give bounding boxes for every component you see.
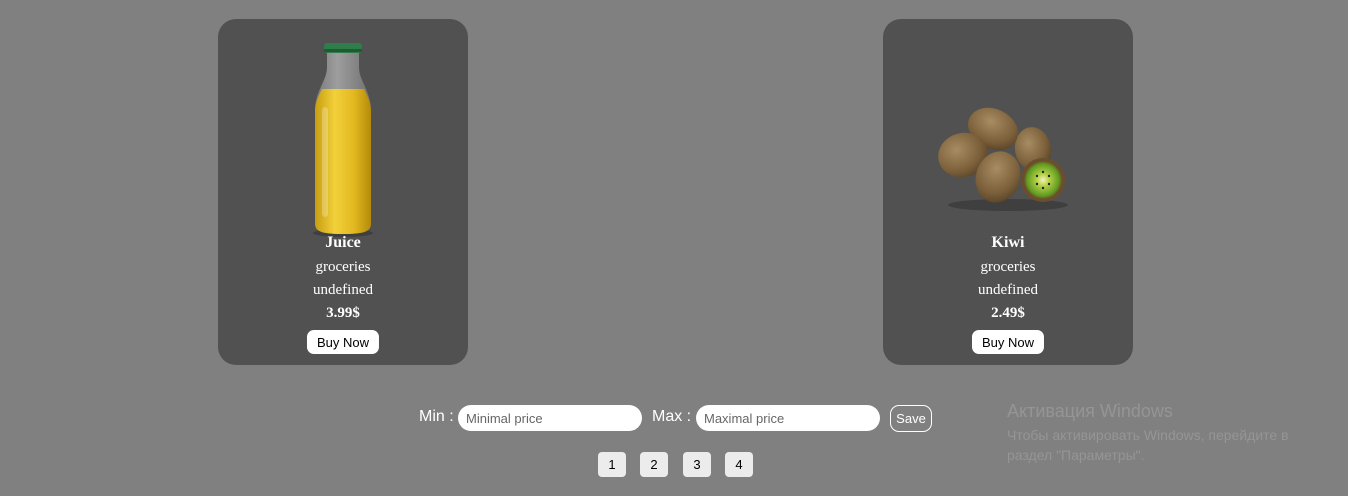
watermark-title: Активация Windows [1007, 401, 1173, 421]
max-price-input[interactable] [696, 405, 880, 431]
product-category: groceries [980, 259, 1036, 275]
buy-now-button[interactable]: Buy Now [971, 330, 1045, 354]
page-button-4[interactable]: 4 [725, 452, 753, 477]
buy-now-button[interactable]: Buy Now [306, 330, 380, 354]
product-name: Kiwi [991, 234, 1025, 251]
product-card-juice: Juice groceries undefined 3.99$ Buy Now [218, 19, 468, 365]
product-description: undefined [313, 282, 373, 298]
product-price: 2.49$ [991, 305, 1025, 321]
juice-bottle-image [313, 43, 373, 237]
min-price-label: Min : [419, 408, 454, 425]
product-category: groceries [315, 259, 371, 275]
product-description: undefined [978, 282, 1038, 298]
page-button-2[interactable]: 2 [640, 452, 668, 477]
product-card-kiwi: Kiwi groceries undefined 2.49$ Buy Now [883, 19, 1133, 365]
min-price-input[interactable] [458, 405, 642, 431]
product-price: 3.99$ [326, 305, 360, 321]
kiwi-fruits-image [938, 107, 1068, 211]
page-button-1[interactable]: 1 [598, 452, 626, 477]
page-button-3[interactable]: 3 [683, 452, 711, 477]
windows-activation-watermark: Активация Windows Чтобы активировать Win… [1007, 401, 1327, 465]
max-price-label: Max : [652, 408, 692, 425]
product-name: Juice [325, 234, 361, 251]
watermark-subtitle: Чтобы активировать Windows, перейдите в … [1007, 427, 1289, 463]
save-button[interactable]: Save [890, 405, 932, 432]
